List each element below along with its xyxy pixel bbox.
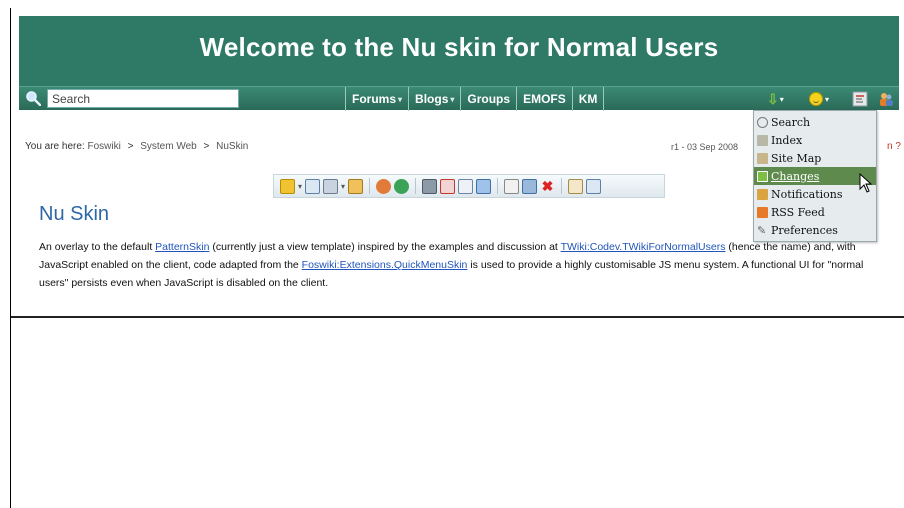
search-icon[interactable] bbox=[25, 90, 41, 106]
dropdown-item-rss-feed[interactable]: RSS Feed bbox=[754, 203, 876, 221]
email-icon[interactable] bbox=[458, 178, 474, 194]
dropdown-item-index[interactable]: Index bbox=[754, 131, 876, 149]
banner-title: Welcome to the Nu skin for Normal Users bbox=[199, 32, 719, 62]
toolbar-divider bbox=[369, 178, 371, 194]
link-codev-normal-users[interactable]: TWiki:Codev.TWikiForNormalUsers bbox=[561, 241, 726, 253]
chevron-down-icon: ▾ bbox=[398, 94, 403, 104]
dropdown-item-changes[interactable]: Changes bbox=[754, 167, 876, 185]
topic-body: An overlay to the default PatternSkin (c… bbox=[39, 238, 889, 292]
chevron-down-icon: ▾ bbox=[779, 94, 784, 104]
menu-forums[interactable]: Forums ▾ bbox=[345, 87, 408, 111]
menu-blogs-label: Blogs bbox=[415, 92, 449, 106]
chevron-down-icon: ▾ bbox=[450, 94, 455, 104]
menu-forums-label: Forums bbox=[352, 92, 397, 106]
dropdown-item-site-map[interactable]: Site Map bbox=[754, 149, 876, 167]
notifications-icon bbox=[757, 188, 768, 200]
back-icon[interactable] bbox=[376, 178, 392, 194]
chevron-down-icon: ▾ bbox=[825, 94, 830, 104]
changes-arrow-icon: ⇩ bbox=[767, 90, 779, 107]
dropdown-item-label: Notifications bbox=[771, 187, 843, 201]
screenshot-frame: Welcome to the Nu skin for Normal Users … bbox=[10, 8, 904, 508]
breadcrumb-item-nuskin[interactable]: NuSkin bbox=[216, 141, 248, 152]
users-icon[interactable] bbox=[877, 90, 895, 108]
toolbar-divider bbox=[497, 178, 499, 194]
search-input[interactable] bbox=[47, 89, 239, 108]
page-title: Nu Skin bbox=[39, 203, 110, 225]
hierarchy-icon[interactable] bbox=[568, 178, 584, 194]
rss-icon[interactable] bbox=[851, 90, 869, 108]
breadcrumb: You are here: Foswiki > System Web > NuS… bbox=[25, 141, 248, 152]
menu-km[interactable]: KM bbox=[571, 87, 605, 111]
dropdown-item-label: Changes bbox=[771, 169, 820, 183]
dropdown-item-label: Search bbox=[771, 115, 811, 129]
top-navbar: Forums ▾ Blogs ▾ Groups EMOFS KM bbox=[19, 86, 899, 111]
menu-km-label: KM bbox=[578, 92, 598, 106]
mouse-cursor-icon bbox=[859, 173, 873, 193]
smiley-icon bbox=[809, 92, 823, 106]
link-patternskin[interactable]: PatternSkin bbox=[155, 241, 209, 253]
menu-groups-label: Groups bbox=[467, 92, 511, 106]
menu-emofs[interactable]: EMOFS bbox=[516, 87, 572, 111]
rename-icon[interactable] bbox=[522, 178, 538, 194]
export-icon[interactable] bbox=[476, 178, 492, 194]
topic-action-toolbar: ▾ ▾ ✖ bbox=[273, 174, 665, 198]
body-text-1: An overlay to the default bbox=[39, 241, 156, 253]
menu-groups[interactable]: Groups bbox=[460, 87, 516, 111]
main-menu: Forums ▾ Blogs ▾ Groups EMOFS KM bbox=[345, 87, 605, 111]
changes-icon bbox=[757, 170, 768, 182]
toolbar-divider bbox=[561, 178, 563, 194]
revision-info[interactable]: r1 - 03 Sep 2008 bbox=[671, 142, 738, 152]
navbar-icon-group: ⇩ ▾ ▾ bbox=[767, 89, 895, 109]
attach-icon[interactable] bbox=[305, 178, 321, 194]
preferences-icon: ✎ bbox=[757, 223, 767, 237]
dropdown-item-search[interactable]: Search bbox=[754, 113, 876, 131]
refresh-icon[interactable] bbox=[394, 178, 410, 194]
sitemap-icon bbox=[757, 152, 768, 164]
link-quickmenuskin[interactable]: Foswiki:Extensions.QuickMenuSkin bbox=[302, 259, 468, 271]
index-icon bbox=[757, 134, 768, 146]
chevron-down-icon[interactable]: ▾ bbox=[341, 182, 345, 191]
menu-blogs[interactable]: Blogs ▾ bbox=[408, 87, 460, 111]
copy-icon[interactable] bbox=[504, 178, 520, 194]
changes-menu-button[interactable]: ⇩ ▾ bbox=[767, 89, 801, 109]
dropdown-item-label: RSS Feed bbox=[771, 205, 825, 219]
dropdown-item-notifications[interactable]: Notifications bbox=[754, 185, 876, 203]
help-link[interactable]: n ? bbox=[887, 141, 901, 152]
dropdown-item-label: Site Map bbox=[771, 151, 822, 165]
page-banner: Welcome to the Nu skin for Normal Users bbox=[19, 16, 899, 92]
delete-icon[interactable]: ✖ bbox=[540, 179, 555, 194]
dropdown-item-label: Index bbox=[771, 133, 803, 147]
breadcrumb-item-foswiki[interactable]: Foswiki bbox=[87, 141, 120, 152]
chevron-down-icon[interactable]: ▾ bbox=[298, 182, 302, 191]
rss-icon bbox=[757, 206, 768, 218]
toolbar-divider bbox=[415, 178, 417, 194]
menu-emofs-label: EMOFS bbox=[523, 92, 566, 106]
breadcrumb-item-system-web[interactable]: System Web bbox=[140, 141, 197, 152]
folder-icon[interactable] bbox=[348, 178, 364, 194]
tools-icon[interactable] bbox=[323, 178, 339, 194]
pdf-icon[interactable] bbox=[440, 178, 456, 194]
dropdown-item-label: Preferences bbox=[771, 223, 838, 237]
body-text-2: (currently just a view template) inspire… bbox=[209, 241, 561, 253]
breadcrumb-separator: > bbox=[203, 141, 210, 152]
search-icon bbox=[757, 116, 768, 128]
breadcrumb-prefix: You are here: bbox=[25, 141, 85, 152]
history-icon[interactable] bbox=[586, 178, 602, 194]
breadcrumb-separator: > bbox=[127, 141, 134, 152]
edit-icon[interactable] bbox=[280, 178, 295, 194]
user-menu-button[interactable]: ▾ bbox=[809, 89, 843, 109]
print-icon[interactable] bbox=[422, 178, 438, 194]
foswiki-page: Welcome to the Nu skin for Normal Users … bbox=[11, 8, 904, 318]
dropdown-item-preferences[interactable]: ✎ Preferences bbox=[754, 221, 876, 239]
